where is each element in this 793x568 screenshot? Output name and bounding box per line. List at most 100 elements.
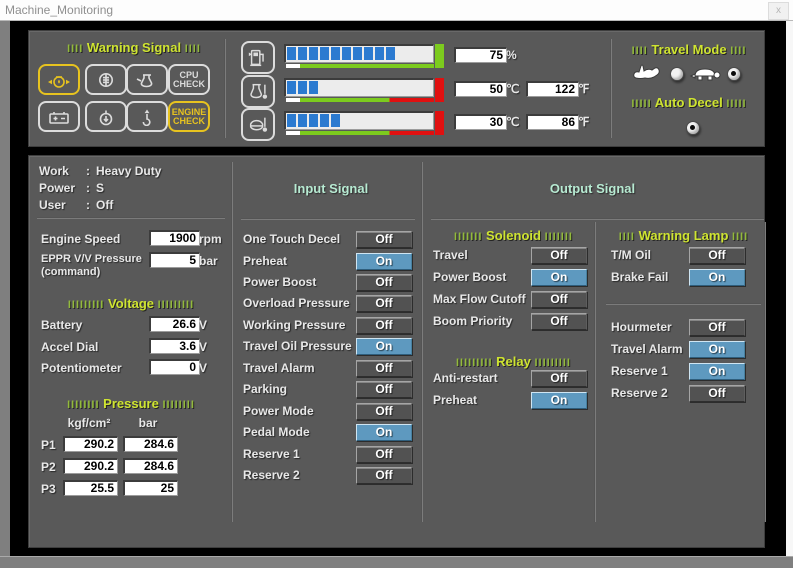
gauge-cap xyxy=(435,111,444,135)
window-frame-bottom xyxy=(0,556,793,568)
lamp-row-label: T/M Oil xyxy=(611,248,651,262)
divider xyxy=(594,222,596,522)
fuel-unit: % xyxy=(506,48,517,62)
solenoid-row-label: Max Flow Cutoff xyxy=(433,292,526,306)
lamp-row-label: Reserve 1 xyxy=(611,364,668,378)
voltage-header: IIIIIIIII Voltage IIIIIIIII xyxy=(37,296,225,311)
preheat-indicator: On xyxy=(356,253,412,270)
travel-mode-title: Travel Mode xyxy=(651,42,726,57)
p1-kgf-field: 290.2 xyxy=(63,436,118,452)
max-flow-cutoff-indicator: Off xyxy=(531,291,587,308)
travel-alarm-indicator: Off xyxy=(356,360,412,377)
auto-decel-radio[interactable] xyxy=(686,121,700,135)
p2-kgf-field: 290.2 xyxy=(63,458,118,474)
ticks-right: IIIIIII xyxy=(545,231,573,243)
solenoid-header: IIIIIII Solenoid IIIIIII xyxy=(431,228,596,243)
brake-fail-indicator: On xyxy=(689,269,745,286)
potentiometer-field: 0 xyxy=(149,359,200,375)
colon: : xyxy=(86,198,90,212)
eppr-label: EPPR V/V Pressure xyxy=(41,253,142,265)
accel-dial-field: 3.6 xyxy=(149,338,200,354)
ticks-left: IIIII xyxy=(631,98,651,110)
pedal-mode-indicator: On xyxy=(356,424,412,441)
input-row-label: Overload Pressure xyxy=(243,296,350,310)
v-unit: V xyxy=(199,340,207,354)
solenoid-row-label: Travel xyxy=(433,248,468,262)
p3-bar-field: 25 xyxy=(123,480,178,496)
ticks-left: IIII xyxy=(632,45,648,57)
work-label: Work xyxy=(39,164,69,178)
ticks-right: IIIII xyxy=(726,98,746,110)
preheat-relay-indicator: On xyxy=(531,392,587,409)
rpm-unit: rpm xyxy=(199,232,222,246)
input-row-label: Power Mode xyxy=(243,404,314,418)
colon: : xyxy=(86,181,90,195)
input-row-label: Reserve 1 xyxy=(243,447,300,461)
ticks-left: IIIIIIII xyxy=(67,399,99,411)
divider xyxy=(241,218,415,220)
titlebar: Machine_Monitoring x xyxy=(0,0,793,21)
oil-temp-bar xyxy=(284,78,434,97)
relay-row-label: Anti-restart xyxy=(433,371,498,385)
travel-oil-pressure-indicator: On xyxy=(356,338,412,355)
auto-decel-title: Auto Decel xyxy=(655,95,723,110)
coolant-temp-icon xyxy=(241,108,275,141)
ticks-right: IIIIIIIII xyxy=(534,357,571,369)
auto-decel-header: IIIII Auto Decel IIIII xyxy=(614,95,764,110)
travel-mode-fast-radio[interactable] xyxy=(727,67,741,81)
input-row-label: Preheat xyxy=(243,254,287,268)
coolant-temp-c-value: 30 xyxy=(454,114,507,130)
relay-header: IIIIIIIII Relay IIIIIIIII xyxy=(431,354,596,369)
power-mode-indicator: Off xyxy=(356,403,412,420)
bar-column-header: bar xyxy=(123,416,173,430)
boom-priority-indicator: Off xyxy=(531,313,587,330)
pressure-header: IIIIIIII Pressure IIIIIIII xyxy=(37,396,225,411)
eppr-field: 5 xyxy=(149,252,200,268)
divider xyxy=(764,222,766,522)
solenoid-title: Solenoid xyxy=(486,228,541,243)
engine-speed-label: Engine Speed xyxy=(41,232,120,246)
reserve-1-indicator: Off xyxy=(356,446,412,463)
parking-indicator: Off xyxy=(356,381,412,398)
relay-row-label: Preheat xyxy=(433,393,477,407)
travel-solenoid-indicator: Off xyxy=(531,247,587,264)
tm-oil-indicator: Off xyxy=(689,247,745,264)
input-row-label: Parking xyxy=(243,382,287,396)
close-button[interactable]: x xyxy=(768,2,789,20)
ticks-left: IIIIIII xyxy=(454,231,482,243)
ticks-right: IIIIIIIII xyxy=(158,299,195,311)
p2-label: P2 xyxy=(41,460,56,474)
warning-lamp-title: Warning Lamp xyxy=(639,228,729,243)
v-unit: V xyxy=(199,361,207,375)
travel-mode-header: IIII Travel Mode IIII xyxy=(619,42,759,57)
power-boost-indicator: Off xyxy=(356,274,412,291)
turtle-icon xyxy=(689,66,721,88)
p3-label: P3 xyxy=(41,482,56,496)
divider xyxy=(231,162,233,522)
solenoid-row-label: Boom Priority xyxy=(433,314,512,328)
window-frame-left xyxy=(0,21,10,556)
user-label: User xyxy=(39,198,66,212)
work-value: Heavy Duty xyxy=(96,164,161,178)
status-panel: IIII Warning Signal IIII CPU CHECK xyxy=(28,30,765,147)
accel-dial-label: Accel Dial xyxy=(41,340,98,354)
input-row-label: Reserve 2 xyxy=(243,468,300,482)
battery-field: 26.6 xyxy=(149,316,200,332)
power-value: S xyxy=(96,181,104,195)
solenoid-row-label: Power Boost xyxy=(433,270,506,284)
p3-kgf-field: 25.5 xyxy=(63,480,118,496)
fuel-bar xyxy=(284,44,434,63)
travel-mode-slow-radio[interactable] xyxy=(670,67,684,81)
ticks-right: IIII xyxy=(730,45,746,57)
kgfcm2-column-header: kgf/cm² xyxy=(59,416,119,430)
p2-bar-field: 284.6 xyxy=(123,458,178,474)
input-signal-title: Input Signal xyxy=(241,181,421,196)
oil-temp-c-value: 50 xyxy=(454,81,507,97)
coolant-temp-gauge: 30 ℃ 86 ℉ xyxy=(29,108,764,141)
coolant-temp-bar xyxy=(284,111,434,130)
lamp-row-label: Hourmeter xyxy=(611,320,672,334)
p1-bar-field: 284.6 xyxy=(123,436,178,452)
gauge-scale xyxy=(286,98,434,102)
power-label: Power xyxy=(39,181,75,195)
overload-pressure-indicator: Off xyxy=(356,295,412,312)
